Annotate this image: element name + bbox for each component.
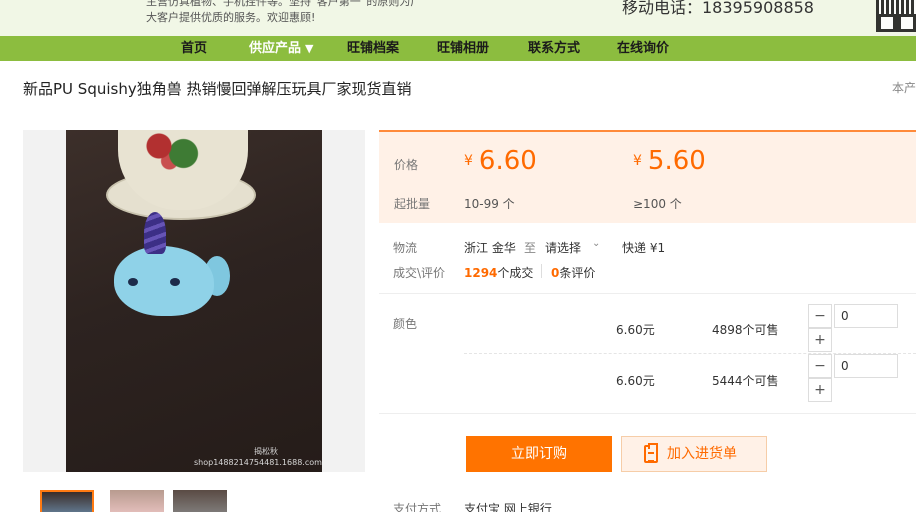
sku-row: 6.60元 5444个可售 − 0 +	[379, 354, 916, 414]
ship-to-label: 至	[524, 241, 537, 255]
currency-symbol: ¥	[633, 153, 642, 169]
sku-price: 6.60元	[616, 374, 655, 388]
nav-item-label: 在线询价	[617, 41, 670, 56]
qr-code-icon	[876, 0, 916, 32]
ship-origin: 浙江 金华	[464, 241, 516, 255]
tier-1-quantity: 10-99 个	[464, 197, 515, 211]
nav-item-label: 首页	[181, 41, 208, 56]
deals-label: 成交\评价	[393, 266, 446, 280]
deal-count-suffix: 个成交	[497, 266, 534, 280]
product-title: 新品PU Squishy独角兽 热销慢回弹解压玩具厂家现货直销	[23, 80, 412, 98]
chevron-down-icon: ▼	[305, 42, 314, 55]
sku-stock: 4898个可售	[712, 323, 779, 337]
buy-now-button[interactable]: 立即订购	[466, 436, 612, 472]
price-value: 5.60	[647, 146, 706, 176]
tier-2-quantity: ≥100 个	[633, 197, 682, 211]
whale-eye	[170, 278, 180, 286]
review-count[interactable]: 0条评价	[551, 264, 595, 281]
nav-item-home[interactable]: 首页	[181, 36, 207, 61]
flower-pattern	[138, 130, 208, 176]
deal-count-number: 1294	[464, 266, 498, 280]
shipping-cost: 快递 ¥1	[622, 241, 666, 255]
price-tier-2: ¥5.60	[633, 146, 706, 176]
quantity-input[interactable]: 0	[834, 304, 898, 328]
increase-button[interactable]: +	[808, 328, 832, 352]
store-nav: 首页 供应产品 ▼ 旺铺档案 旺铺相册 联系方式 在线询价	[0, 36, 916, 61]
store-intro-line2: 大客户提供优质的服务。欢迎惠顾!	[146, 11, 316, 24]
store-intro-line1: 主营仿真植物、手机挂件等。坚持“客户第一”的原则为广	[146, 0, 422, 8]
price-value: 6.60	[478, 146, 537, 176]
nav-item-label: 旺铺相册	[437, 41, 490, 56]
divider	[379, 293, 916, 294]
review-count-suffix: 条评价	[559, 266, 596, 280]
whale-eye	[128, 278, 138, 286]
sku-stock: 5444个可售	[712, 374, 779, 388]
divider	[379, 413, 916, 414]
decrease-button[interactable]: −	[808, 304, 832, 328]
watermark-url: shop1488214754481.1688.com	[194, 458, 322, 467]
store-banner: 主营仿真植物、手机挂件等。坚持“客户第一”的原则为广 大客户提供优质的服务。欢迎…	[0, 0, 916, 36]
add-to-cart-label: 加入进货单	[667, 446, 737, 462]
product-title-right[interactable]: 本产	[892, 79, 916, 96]
nav-item-album[interactable]: 旺铺相册	[437, 36, 489, 61]
price-label: 价格	[394, 158, 419, 172]
logistics-label: 物流	[393, 241, 418, 255]
destination-select[interactable]: 请选择	[545, 239, 581, 256]
decrease-button[interactable]: −	[808, 354, 832, 378]
sku-price: 6.60元	[616, 323, 655, 337]
nav-item-profile[interactable]: 旺铺档案	[347, 36, 399, 61]
price-panel: 价格 起批量 ¥6.60 ¥5.60 10-99 个 ≥100 个	[379, 130, 916, 223]
moq-label: 起批量	[394, 197, 431, 211]
nav-item-products[interactable]: 供应产品 ▼	[249, 36, 313, 61]
quantity-input[interactable]: 0	[834, 354, 898, 378]
nav-item-contact[interactable]: 联系方式	[528, 36, 580, 61]
increase-button[interactable]: +	[808, 378, 832, 402]
add-to-cart-button[interactable]: 加入进货单	[621, 436, 767, 472]
clipboard-icon	[644, 443, 658, 463]
price-tier-1: ¥6.60	[464, 146, 537, 176]
nav-item-inquiry[interactable]: 在线询价	[617, 36, 669, 61]
product-image-frame: 揭松秋 shop1488214754481.1688.com	[23, 130, 365, 472]
thumbnail-2[interactable]	[110, 490, 164, 512]
currency-symbol: ¥	[464, 153, 473, 169]
chevron-down-icon[interactable]: ⌄	[592, 238, 600, 249]
store-phone: 移动电话：18395908858	[622, 0, 814, 17]
nav-item-label: 联系方式	[528, 41, 581, 56]
watermark-text: 揭松秋	[254, 447, 278, 456]
squishy-unicorn-whale	[114, 212, 230, 316]
thumbnail-3[interactable]	[173, 490, 227, 512]
payment-methods: 支付宝 网上银行	[464, 502, 552, 512]
nav-item-label: 旺铺档案	[347, 41, 400, 56]
logistics-section: 物流 浙江 金华 至 请选择 ⌄ 快递 ¥1 成交\评价 1294个成交 0条评…	[379, 223, 916, 293]
product-photo[interactable]: 揭松秋 shop1488214754481.1688.com	[66, 130, 322, 472]
divider	[541, 264, 542, 278]
payment-label: 支付方式	[393, 502, 442, 512]
whale-horn	[144, 212, 166, 254]
thumbnail-1[interactable]	[40, 490, 94, 512]
nav-item-label: 供应产品	[249, 41, 302, 56]
deal-count[interactable]: 1294个成交	[464, 264, 533, 281]
store-intro: 主营仿真植物、手机挂件等。坚持“客户第一”的原则为广 大客户提供优质的服务。欢迎…	[146, 0, 446, 26]
